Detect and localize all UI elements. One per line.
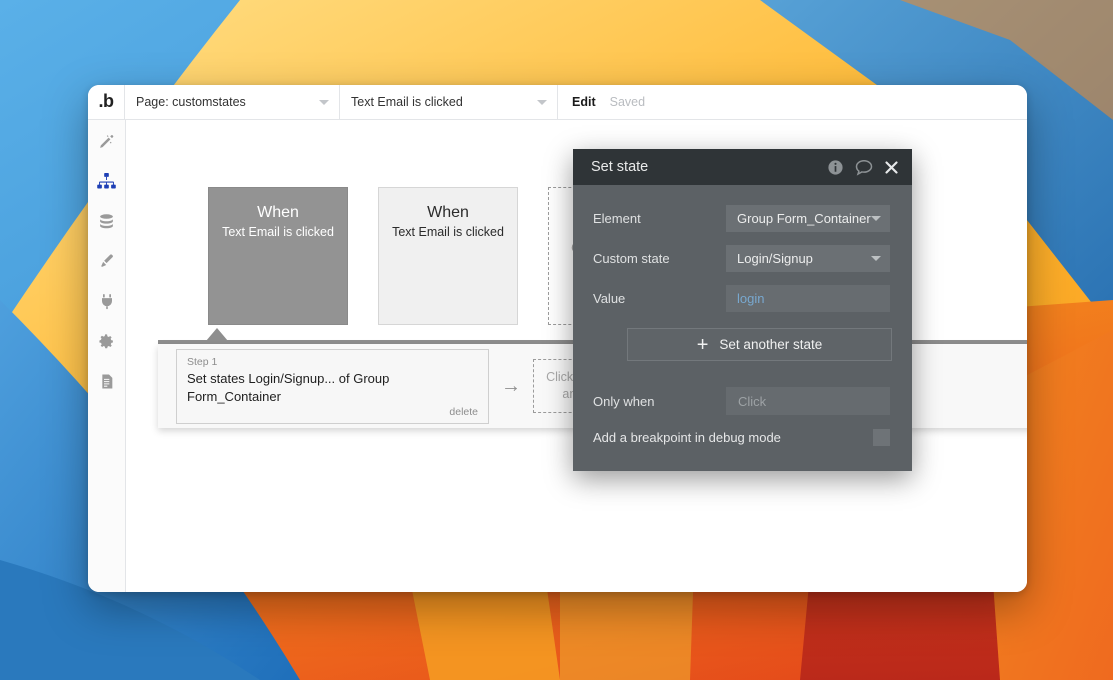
breakpoint-checkbox[interactable] (873, 429, 890, 446)
comment-bubble-icon[interactable] (855, 159, 873, 176)
step-number-label: Step 1 (187, 356, 478, 369)
editor-sidebar (88, 120, 126, 592)
dialog-fields: Element Group Form_Container Custom stat… (573, 185, 912, 318)
plug-icon (99, 293, 115, 310)
arrow-right-icon: → (501, 376, 521, 396)
breakpoint-label: Add a breakpoint in debug mode (593, 430, 781, 445)
edit-status-area: Edit Saved (558, 85, 1027, 119)
info-icon[interactable] (827, 159, 844, 176)
field-row-custom-state: Custom state Login/Signup (593, 238, 890, 278)
close-icon[interactable] (884, 160, 899, 175)
value-input[interactable]: login (726, 285, 890, 312)
dialog-header: Set state (573, 149, 912, 185)
workflow-sitemap-icon (97, 173, 116, 190)
workflow-step-card[interactable]: Step 1 Set states Login/Signup... of Gro… (176, 349, 489, 424)
step-delete-link[interactable]: delete (187, 406, 478, 419)
document-logs-icon (99, 373, 115, 390)
event-card-selected[interactable]: When Text Email is clicked (208, 187, 348, 325)
value-field-label: Value (593, 291, 726, 306)
only-when-section: Only when Click (573, 382, 912, 420)
value-input-text: login (737, 291, 764, 306)
selected-event-pointer-icon (206, 328, 228, 341)
field-row-element: Element Group Form_Container (593, 198, 890, 238)
sidebar-item-logs[interactable] (94, 369, 120, 393)
set-state-dialog: Set state Element (573, 149, 912, 471)
chevron-down-icon (319, 100, 329, 105)
set-another-state-label: Set another state (719, 337, 822, 352)
breakpoint-row: Add a breakpoint in debug mode (573, 420, 912, 454)
custom-state-dropdown-value: Login/Signup (737, 251, 813, 266)
plus-icon: + (697, 335, 709, 355)
custom-state-dropdown[interactable]: Login/Signup (726, 245, 890, 272)
database-icon (98, 213, 115, 230)
sidebar-item-styles[interactable] (94, 249, 120, 273)
step-description-label: Set states Login/Signup... of Group Form… (187, 370, 478, 406)
design-tools-icon (98, 133, 115, 150)
event-card-title: When (209, 202, 347, 224)
element-dropdown-value: Group Form_Container (737, 211, 871, 226)
event-card-subtitle: Text Email is clicked (379, 225, 517, 239)
event-card-subtitle: Text Email is clicked (209, 225, 347, 239)
set-another-state-button[interactable]: + Set another state (627, 328, 892, 361)
sidebar-item-design[interactable] (94, 129, 120, 153)
chevron-down-icon (871, 216, 881, 221)
only-when-label: Only when (593, 394, 726, 409)
sidebar-item-workflow[interactable] (94, 169, 120, 193)
event-card[interactable]: When Text Email is clicked (378, 187, 518, 325)
sidebar-item-settings[interactable] (94, 329, 120, 353)
workflow-selector-dropdown[interactable]: Text Email is clicked (340, 85, 558, 119)
chevron-down-icon (537, 100, 547, 105)
only-when-placeholder: Click (738, 394, 766, 409)
field-row-only-when: Only when Click (593, 382, 890, 420)
edit-mode-label[interactable]: Edit (572, 95, 596, 109)
field-row-value: Value login (593, 278, 890, 318)
bubble-logo-icon[interactable]: .b (88, 85, 125, 119)
only-when-input[interactable]: Click (726, 387, 890, 415)
sidebar-item-data[interactable] (94, 209, 120, 233)
dialog-title: Set state (591, 159, 648, 175)
workflow-selector-label: Text Email is clicked (351, 95, 463, 109)
event-card-title: When (379, 202, 517, 224)
element-dropdown[interactable]: Group Form_Container (726, 205, 890, 232)
sidebar-item-plugins[interactable] (94, 289, 120, 313)
element-field-label: Element (593, 211, 726, 226)
chevron-down-icon (871, 256, 881, 261)
paintbrush-icon (98, 253, 115, 270)
saved-status-label: Saved (610, 95, 645, 109)
page-selector-dropdown[interactable]: Page: customstates (125, 85, 340, 119)
gear-icon (98, 333, 115, 350)
page-selector-label: Page: customstates (136, 95, 246, 109)
custom-state-field-label: Custom state (593, 251, 726, 266)
editor-topbar: .b Page: customstates Text Email is clic… (88, 85, 1027, 120)
